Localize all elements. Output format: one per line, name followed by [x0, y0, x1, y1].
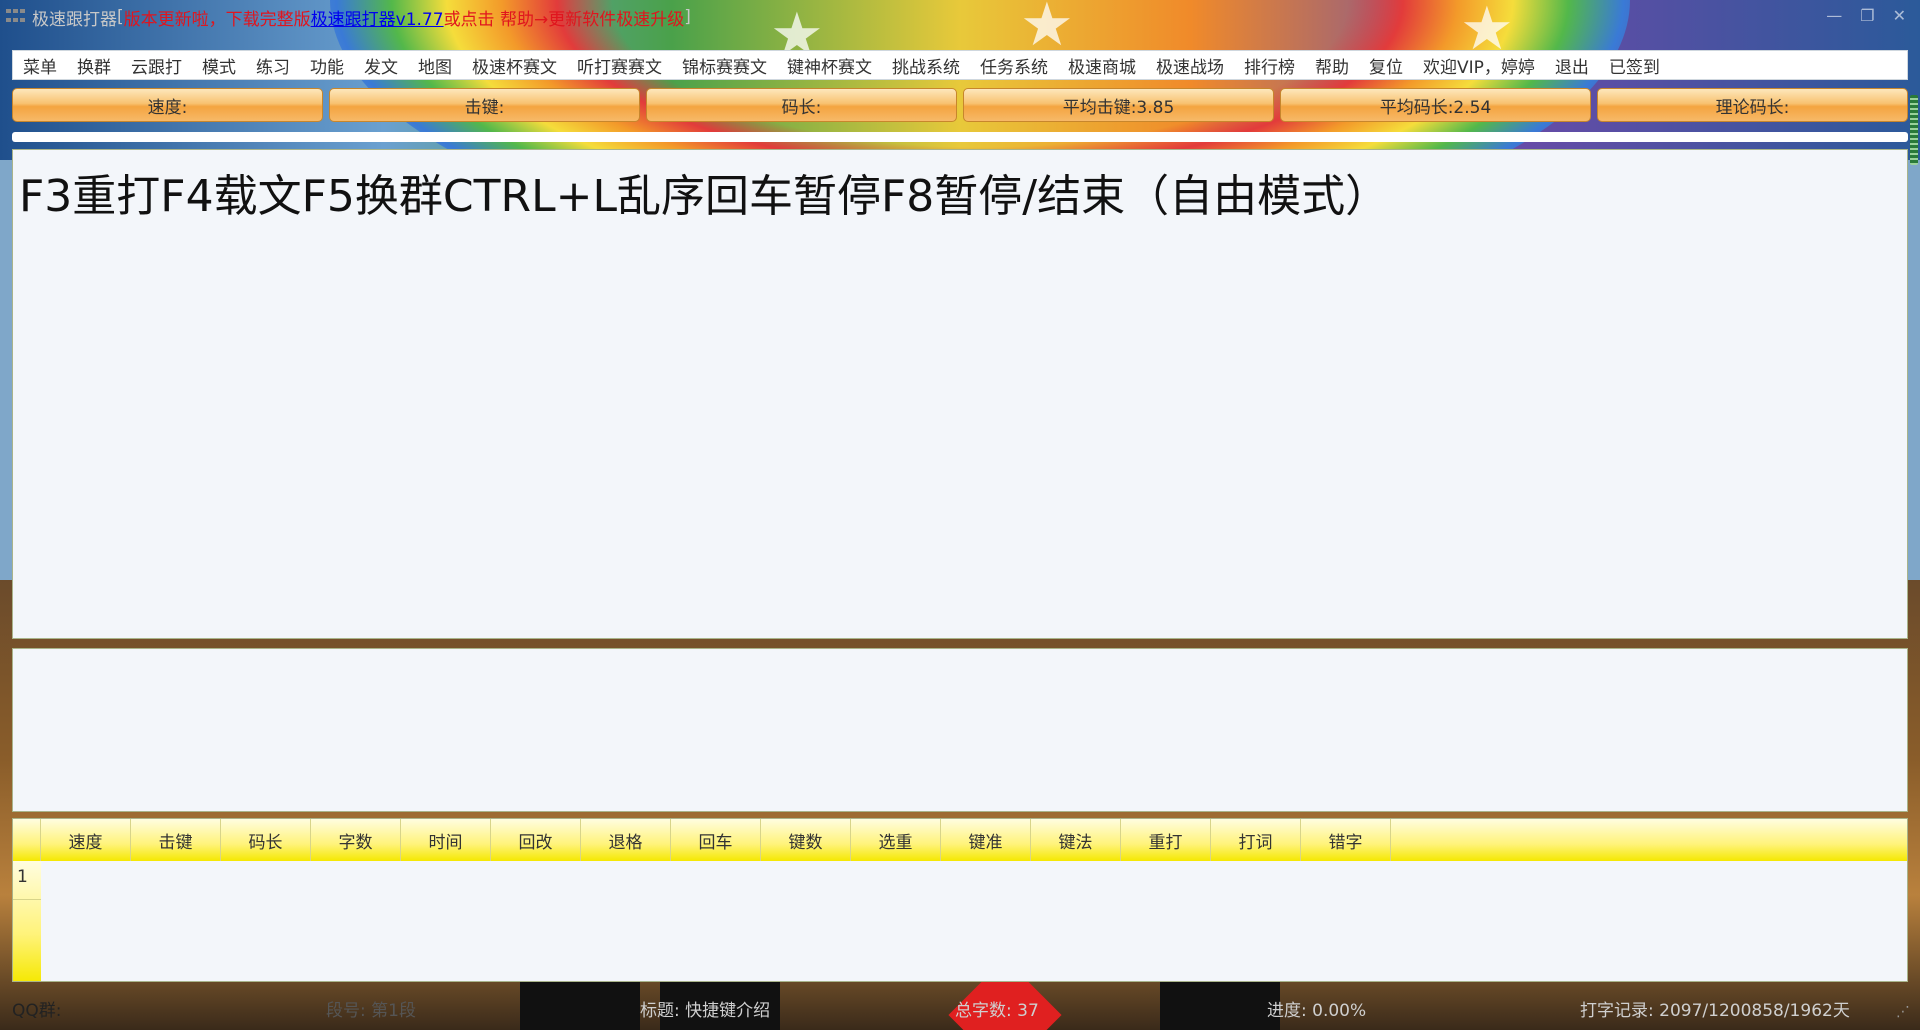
menu-item[interactable]: 欢迎VIP，婷婷 — [1423, 53, 1535, 78]
results-table: 速度 击键 码长 字数 时间 回改 退格 回车 键数 选重 键准 键法 重打 打词 错字 1 — [12, 818, 1908, 982]
results-column-header[interactable]: 键法 — [1031, 819, 1121, 861]
minimize-icon[interactable]: — — [1826, 6, 1842, 25]
menu-item[interactable]: 极速战场 — [1156, 53, 1224, 78]
window-controls: — ❐ ✕ — [1826, 6, 1906, 25]
app-grid-icon — [6, 9, 26, 25]
results-column-header[interactable]: 键准 — [941, 819, 1031, 861]
results-column-header[interactable]: 重打 — [1121, 819, 1211, 861]
menu-item[interactable]: 换群 — [77, 53, 111, 78]
header-corner — [13, 819, 41, 861]
menu-item[interactable]: 排行榜 — [1244, 53, 1295, 78]
menu-item[interactable]: 退出 — [1555, 53, 1589, 78]
results-column-header[interactable]: 速度 — [41, 819, 131, 861]
download-link[interactable]: 极速跟打器v1.77 — [311, 5, 444, 30]
menu-item[interactable]: 云跟打 — [131, 53, 182, 78]
results-column-header[interactable]: 回车 — [671, 819, 761, 861]
title-bar: 极速跟打器 [ 版本更新啦，下载完整版 极速跟打器v1.77 或点击 帮助→更新… — [0, 0, 1920, 34]
typing-progress-bar — [12, 132, 1908, 142]
title-label: 标题: 快捷键介绍 — [640, 1001, 771, 1021]
update-notice: 版本更新啦，下载完整版 — [123, 9, 311, 30]
avg-keystroke-button[interactable]: 平均击键:3.85 — [963, 88, 1274, 122]
results-column-header[interactable]: 字数 — [311, 819, 401, 861]
menu-bar: 菜单 换群 云跟打 模式 练习 功能 发文 地图 极速杯赛文 听打赛赛文 锦标赛赛文 键神杯赛文 挑战系… — [12, 50, 1908, 80]
results-column-header[interactable]: 选重 — [851, 819, 941, 861]
close-icon[interactable]: ✕ — [1893, 6, 1906, 25]
menu-item[interactable]: 挑战系统 — [892, 53, 960, 78]
restore-icon[interactable]: ❐ — [1860, 6, 1874, 25]
menu-item[interactable]: 发文 — [364, 53, 398, 78]
menu-item[interactable]: 任务系统 — [980, 53, 1048, 78]
results-column-header[interactable]: 错字 — [1301, 819, 1391, 861]
status-bar: QQ群: 段号: 第1段 标题: 快捷键介绍 总字数: 37 进度: 0.00%… — [0, 992, 1920, 1022]
results-column-header[interactable]: 击键 — [131, 819, 221, 861]
results-column-header[interactable]: 键数 — [761, 819, 851, 861]
menu-item[interactable]: 功能 — [310, 53, 344, 78]
segment-label: 段号: 第1段 — [326, 1001, 416, 1021]
avg-code-length-button[interactable]: 平均码长:2.54 — [1280, 88, 1591, 122]
total-chars-label: 总字数: 37 — [955, 1001, 1039, 1021]
menu-item[interactable]: 菜单 — [23, 53, 57, 78]
keystroke-button[interactable]: 击键: — [329, 88, 640, 122]
typing-record-label: 打字记录: 2097/1200858/1962天 — [1580, 1001, 1850, 1021]
source-text: F3重打F4载文F5换群CTRL+L乱序回车暂停F8暂停/结束（自由模式） — [19, 171, 1390, 222]
app-title: 极速跟打器 — [32, 9, 117, 30]
code-length-button[interactable]: 码长: — [646, 88, 957, 122]
menu-item[interactable]: 听打赛赛文 — [577, 53, 662, 78]
menu-item[interactable]: 极速杯赛文 — [472, 53, 557, 78]
results-header: 速度 击键 码长 字数 时间 回改 退格 回车 键数 选重 键准 键法 重打 打词 错字 — [13, 819, 1907, 861]
menu-item[interactable]: 帮助 — [1315, 53, 1349, 78]
menu-item[interactable]: 练习 — [256, 53, 290, 78]
stats-row: 速度: 击键: 码长: 平均击键:3.85 平均码长:2.54 理论码长: — [12, 88, 1908, 122]
speed-button[interactable]: 速度: — [12, 88, 323, 122]
menu-item[interactable]: 极速商城 — [1068, 53, 1136, 78]
row-separator — [13, 899, 41, 900]
results-column-header[interactable]: 时间 — [401, 819, 491, 861]
theory-code-length-button[interactable]: 理论码长: — [1597, 88, 1908, 122]
title-bracket-close: ] — [684, 7, 691, 27]
title-bracket-open: [ — [117, 7, 124, 27]
menu-item[interactable]: 已签到 — [1609, 53, 1660, 78]
menu-item[interactable]: 模式 — [202, 53, 236, 78]
progress-label: 进度: 0.00% — [1267, 1001, 1367, 1021]
update-notice-2: 或点击 帮助→更新软件极速升级 — [443, 9, 685, 30]
results-column-header[interactable]: 码长 — [221, 819, 311, 861]
qq-group-label: QQ群: — [12, 1001, 62, 1021]
menu-item[interactable]: 键神杯赛文 — [787, 53, 872, 78]
resize-grip-icon[interactable]: ⋰ — [1896, 1004, 1910, 1020]
results-column-header[interactable]: 打词 — [1211, 819, 1301, 861]
results-column-header[interactable]: 退格 — [581, 819, 671, 861]
menu-item[interactable]: 复位 — [1369, 53, 1403, 78]
menu-item[interactable]: 锦标赛赛文 — [682, 53, 767, 78]
menu-item[interactable]: 地图 — [418, 53, 452, 78]
row-number: 1 — [17, 867, 28, 887]
results-column-header[interactable]: 回改 — [491, 819, 581, 861]
scroll-grip-handle[interactable] — [1910, 95, 1918, 165]
source-text-panel[interactable]: F3重打F4载文F5换群CTRL+L乱序回车暂停F8暂停/结束（自由模式） — [12, 149, 1908, 639]
typing-input-area[interactable] — [12, 648, 1908, 812]
